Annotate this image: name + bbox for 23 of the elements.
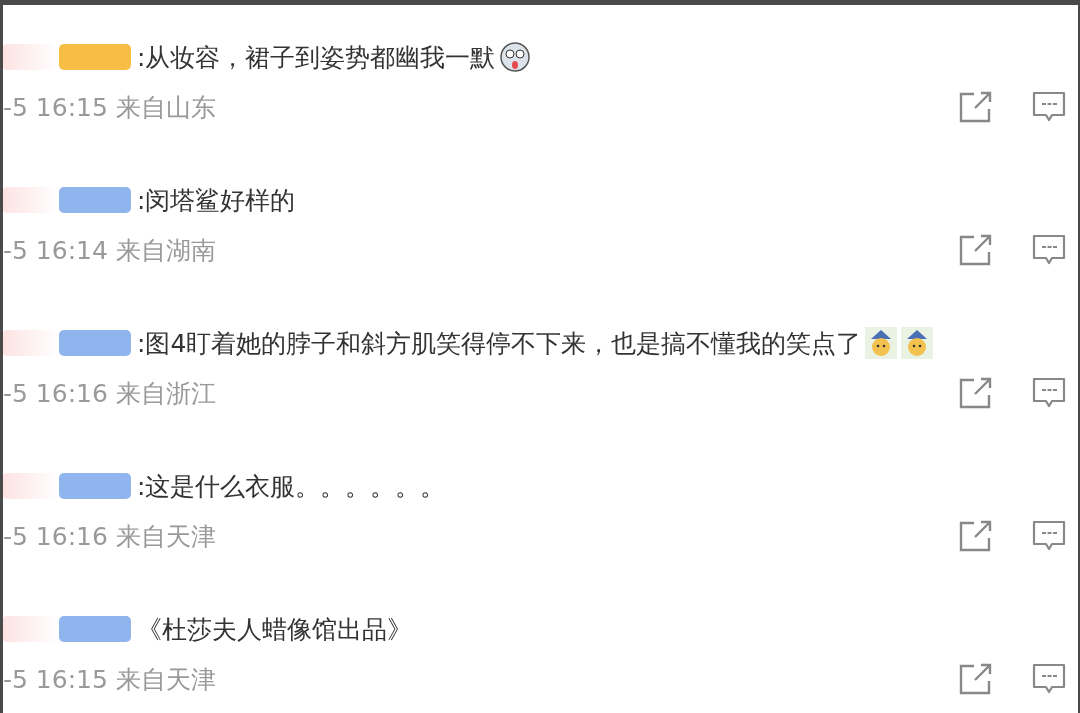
comment-timestamp: -5 16:16 来自天津 (3, 520, 216, 553)
comment-icon[interactable] (1032, 233, 1066, 267)
comment-timestamp: -5 16:15 来自山东 (3, 91, 216, 124)
comment-timestamp: -5 16:15 来自天津 (3, 663, 216, 696)
comment-text: 《杜莎夫人蜡像馆出品》 (137, 613, 412, 646)
comment-icon[interactable] (1032, 662, 1066, 696)
comment-text: :闵塔鲨好样的 (137, 184, 296, 217)
face-emoji-icon (901, 327, 934, 359)
share-icon[interactable] (958, 376, 994, 410)
comment-text: :这是什么衣服。。。。。。 (137, 470, 446, 503)
ghost-emoji-icon (499, 41, 532, 73)
comment-text: :图4盯着她的脖子和斜方肌笑得停不下来，也是搞不懂我的笑点了 (137, 327, 862, 360)
comment-timestamp: -5 16:16 来自浙江 (3, 377, 216, 410)
share-icon[interactable] (958, 90, 994, 124)
face-emoji-icon (865, 327, 898, 359)
comment-icon[interactable] (1032, 519, 1066, 553)
comment-timestamp: -5 16:14 来自湖南 (3, 234, 216, 267)
comment-text: :从妆容，裙子到姿势都幽我一默 (137, 41, 496, 74)
share-icon[interactable] (958, 662, 994, 696)
comment-icon[interactable] (1032, 376, 1066, 410)
share-icon[interactable] (958, 233, 994, 267)
share-icon[interactable] (958, 519, 994, 553)
comment-icon[interactable] (1032, 90, 1066, 124)
